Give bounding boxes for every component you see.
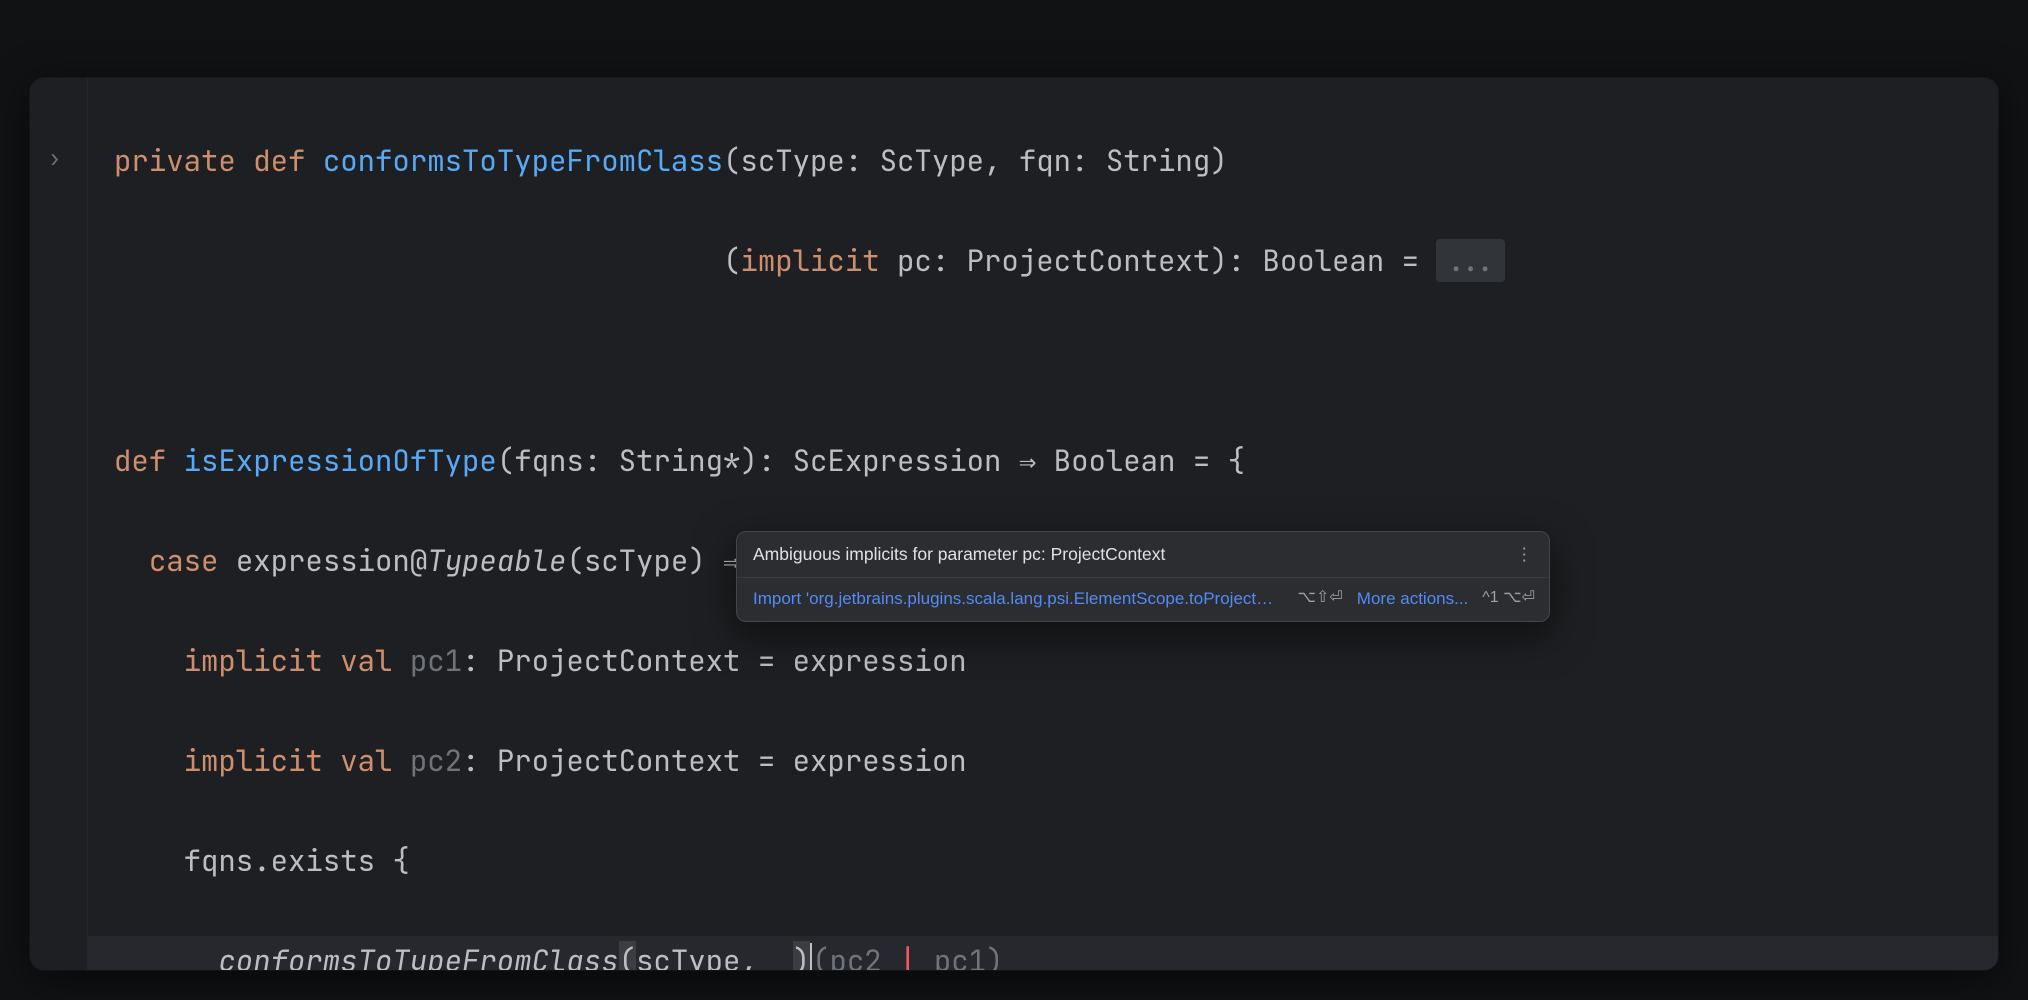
quickfix-link[interactable]: Import 'org.jetbrains.plugins.scala.lang… bbox=[753, 587, 1284, 611]
code-line[interactable]: implicit val pc2: ProjectContext = expre… bbox=[88, 736, 1998, 786]
code-text: scType, _ bbox=[636, 941, 793, 970]
code-line[interactable]: (implicit pc: ProjectContext): Boolean =… bbox=[88, 236, 1998, 286]
identifier: pc1 bbox=[410, 641, 462, 680]
identifier: pc2 bbox=[410, 741, 462, 780]
code-text: pc: ProjectContext): Boolean = bbox=[880, 241, 1437, 280]
code-text: fqns.exists { bbox=[184, 841, 410, 880]
inspection-tooltip: Ambiguous implicits for parameter pc: Pr… bbox=[736, 531, 1550, 622]
type-name: Typeable bbox=[427, 541, 566, 580]
function-call: conformsToTypeFromClass bbox=[218, 941, 618, 970]
fold-toggle-icon[interactable]: › bbox=[48, 142, 61, 176]
keyword: implicit bbox=[740, 241, 879, 280]
function-name: isExpressionOfType bbox=[184, 441, 497, 480]
shortcut-label: ^1 ⌥⏎ bbox=[1482, 587, 1535, 609]
code-text: : ProjectContext = expression bbox=[462, 641, 967, 680]
code-text: expression@ bbox=[218, 541, 427, 580]
keyword: implicit bbox=[184, 741, 323, 780]
code-line[interactable]: private def conformsToTypeFromClass(scTy… bbox=[88, 136, 1998, 186]
match-highlight: ) bbox=[793, 941, 810, 970]
more-actions-link[interactable]: More actions... bbox=[1357, 587, 1469, 611]
keyword: case bbox=[149, 541, 219, 580]
code-line-highlighted[interactable]: conformsToTypeFromClass(scType, _)(pc2 |… bbox=[88, 936, 1998, 970]
code-text: (scType) ⇒ bbox=[566, 541, 740, 580]
error-token: | bbox=[882, 941, 934, 970]
inlay-hint: ( bbox=[812, 941, 829, 970]
code-line[interactable] bbox=[88, 336, 1998, 386]
keyword: def bbox=[253, 141, 305, 180]
keyword: val bbox=[340, 741, 392, 780]
code-line[interactable]: def isExpressionOfType(fqns: String*): S… bbox=[88, 436, 1998, 486]
code-text: ( bbox=[723, 241, 740, 280]
keyword: def bbox=[114, 441, 166, 480]
keyword: private bbox=[114, 141, 236, 180]
function-name: conformsToTypeFromClass bbox=[323, 141, 723, 180]
inlay-hint: pc1 bbox=[934, 941, 986, 970]
tooltip-header: Ambiguous implicits for parameter pc: Pr… bbox=[737, 532, 1549, 577]
code-line[interactable]: fqns.exists { bbox=[88, 836, 1998, 886]
folded-region[interactable]: ... bbox=[1436, 239, 1504, 282]
code-line[interactable]: implicit val pc1: ProjectContext = expre… bbox=[88, 636, 1998, 686]
code-editor[interactable]: › private def conformsToTypeFromClass(sc… bbox=[30, 78, 1998, 970]
inlay-hint: pc2 bbox=[829, 941, 881, 970]
more-icon[interactable]: ⋮ bbox=[1516, 542, 1536, 567]
tooltip-actions: Import 'org.jetbrains.plugins.scala.lang… bbox=[737, 577, 1549, 622]
tooltip-title: Ambiguous implicits for parameter pc: Pr… bbox=[753, 542, 1165, 567]
gutter: › bbox=[30, 78, 88, 970]
shortcut-label: ⌥⇧⏎ bbox=[1298, 587, 1343, 609]
code-area[interactable]: private def conformsToTypeFromClass(scTy… bbox=[88, 78, 1998, 970]
match-highlight: ( bbox=[619, 941, 636, 970]
keyword: implicit bbox=[184, 641, 323, 680]
code-text: : ProjectContext = expression bbox=[462, 741, 967, 780]
keyword: val bbox=[340, 641, 392, 680]
inlay-hint: ) bbox=[986, 941, 1003, 970]
code-text: (scType: ScType, fqn: String) bbox=[723, 141, 1228, 180]
code-text: (fqns: String*): ScExpression ⇒ Boolean … bbox=[497, 441, 1245, 480]
